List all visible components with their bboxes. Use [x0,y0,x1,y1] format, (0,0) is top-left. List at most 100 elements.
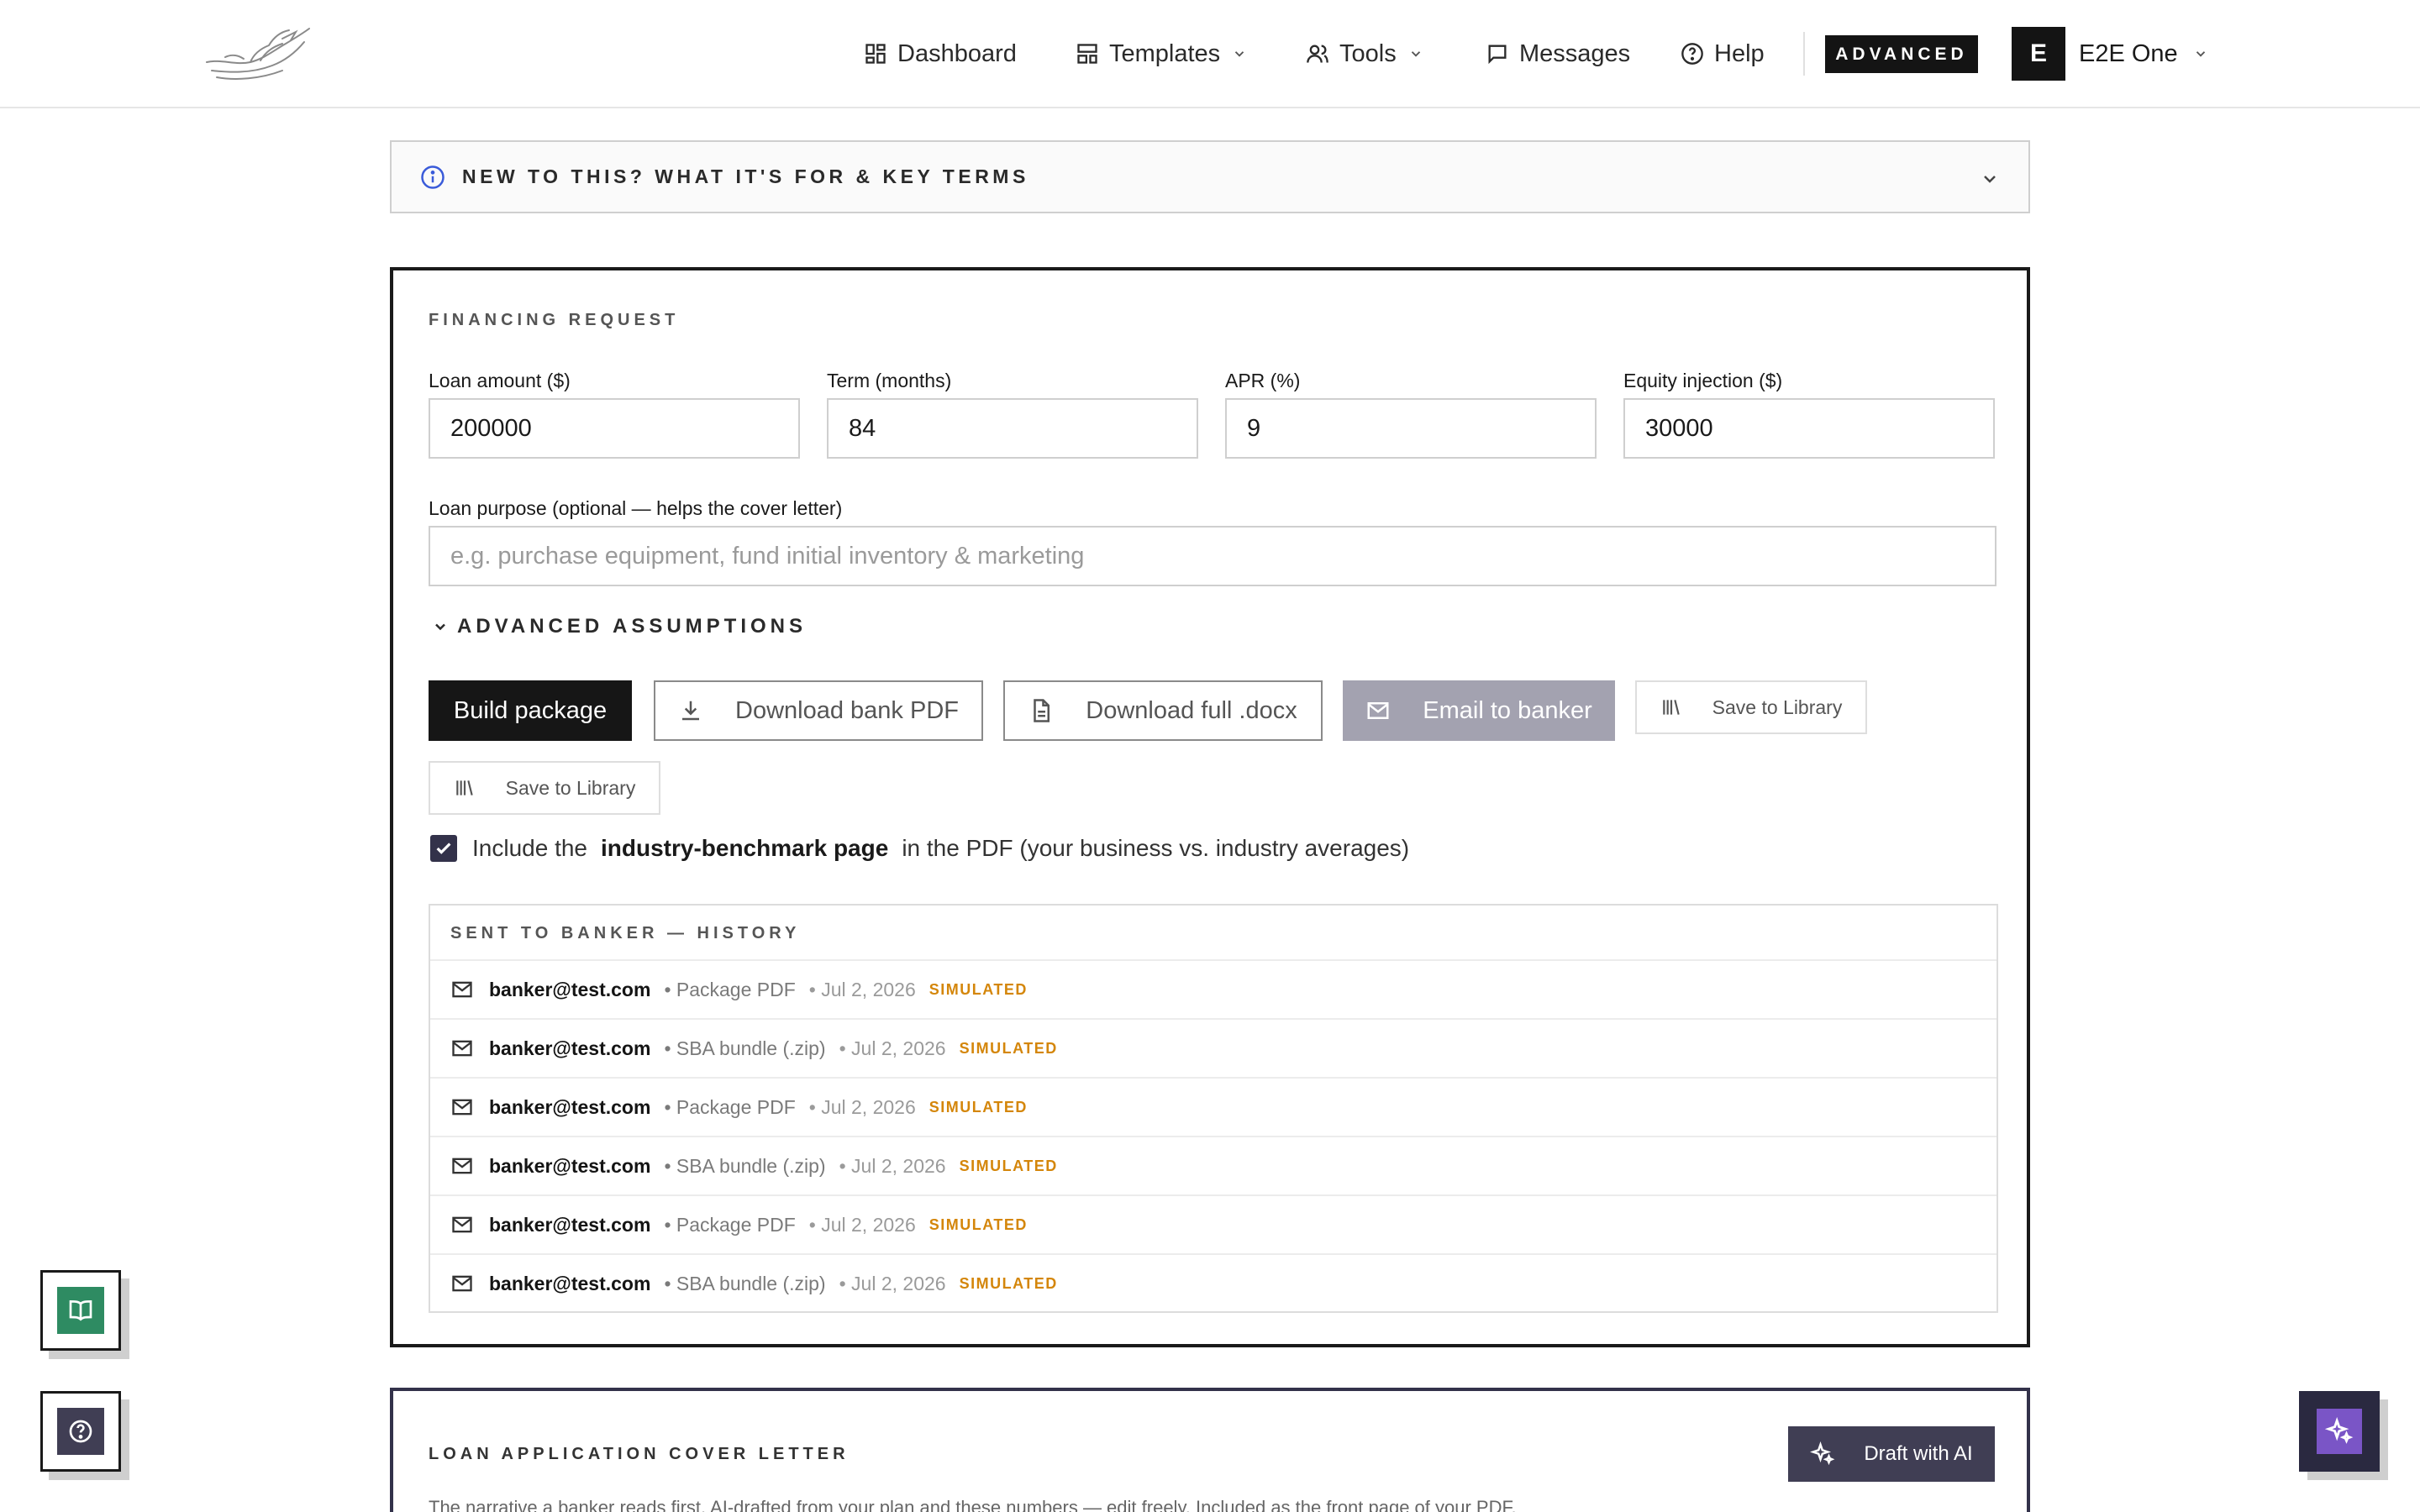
key-terms-label: NEW TO THIS? WHAT IT'S FOR & KEY TERMS [462,165,1029,187]
user-menu[interactable]: E2E One [2079,0,2208,108]
apr-input[interactable] [1225,398,1597,459]
build-package-button[interactable]: Build package [429,680,632,741]
mail-icon [1367,702,1389,719]
template-icon [1077,44,1097,64]
help-icon-wrap [57,1408,104,1455]
loan-purpose-label: Loan purpose (optional — helps the cover… [429,497,843,519]
history-row[interactable]: banker@test.com • Package PDF • Jul 2, 2… [430,1194,1996,1253]
nav-tools[interactable]: Tools [1306,0,1423,108]
history-type: • Package PDF [664,1095,796,1118]
history-row[interactable]: banker@test.com • Package PDF • Jul 2, 2… [430,959,1996,1018]
benchmark-checkbox[interactable] [430,835,457,862]
message-icon [1488,45,1507,65]
download-bank-pdf-label: Download bank PDF [735,696,959,724]
nav-templates[interactable]: Templates [1076,0,1247,108]
apr-label: APR (%) [1225,370,1301,391]
history-email: banker@test.com [489,1154,651,1177]
benchmark-prefix: Include the [472,835,587,861]
nav-messages[interactable]: Messages [1486,0,1630,108]
history-type: • SBA bundle (.zip) [664,1154,826,1177]
history-row[interactable]: banker@test.com • Package PDF • Jul 2, 2… [430,1077,1996,1136]
document-icon [1034,699,1050,722]
history-type: • SBA bundle (.zip) [664,1272,826,1294]
checkmark-icon [436,843,451,854]
advanced-assumptions-toggle[interactable]: ADVANCED ASSUMPTIONS [432,615,807,638]
nav-help-label: Help [1714,39,1765,67]
ai-assistant-button[interactable] [2299,1391,2380,1472]
benchmark-bold: industry-benchmark page [601,835,889,861]
chevron-down-icon [1235,51,1244,57]
library-icon [455,780,473,795]
mail-icon [452,1216,472,1233]
nav-dashboard-label: Dashboard [897,39,1017,67]
history-email: banker@test.com [489,978,651,1000]
history-date: • Jul 2, 2026 [808,1095,916,1118]
draft-with-ai-button[interactable]: Draft with AI [1788,1426,1995,1482]
book-icon [69,1299,92,1321]
key-terms-accordion[interactable]: NEW TO THIS? WHAT IT'S FOR & KEY TERMS [390,140,2030,213]
history-row[interactable]: banker@test.com • SBA bundle (.zip) • Ju… [430,1253,1996,1312]
history-email: banker@test.com [489,1037,651,1059]
email-to-banker-button[interactable]: Email to banker [1343,680,1615,741]
avatar[interactable]: E [2012,27,2065,81]
history-row[interactable]: banker@test.com • SBA bundle (.zip) • Ju… [430,1136,1996,1194]
history-date: • Jul 2, 2026 [839,1037,946,1059]
save-to-library-button[interactable]: Save to Library [1635,680,1867,734]
help-circle-icon [1681,43,1703,65]
cover-letter-card: LOAN APPLICATION COVER LETTER The narrat… [390,1388,2030,1512]
draft-with-ai-label: Draft with AI [1864,1442,1973,1465]
status-badge: SIMULATED [959,1157,1058,1174]
financing-request-card: FINANCING REQUEST Loan amount ($) Term (… [390,267,2030,1347]
chevron-down-icon [1411,51,1420,57]
bird-logo-icon[interactable] [202,24,313,84]
history-date: • Jul 2, 2026 [839,1272,946,1294]
history-email: banker@test.com [489,1095,651,1118]
term-label: Term (months) [827,370,952,391]
nav-help[interactable]: Help [1681,0,1765,108]
financing-request-heading: FINANCING REQUEST [429,311,680,329]
status-badge: SIMULATED [929,980,1028,998]
history-date: • Jul 2, 2026 [808,1213,916,1236]
status-badge: SIMULATED [959,1274,1058,1292]
loan-purpose-input[interactable] [429,526,1996,586]
mail-icon [452,1275,472,1292]
help-widget-button[interactable] [40,1391,121,1472]
download-bank-pdf-button[interactable]: Download bank PDF [654,680,983,741]
top-navigation-bar: Dashboard Templates Tools Messages Help … [0,0,2420,108]
benchmark-option: Include the industry-benchmark page in t… [430,835,1409,862]
history-date: • Jul 2, 2026 [808,978,916,1000]
sparkles-icon [2325,1417,2354,1444]
users-icon [1307,45,1328,63]
save-to-library-secondary-label: Save to Library [505,776,636,799]
book-icon-wrap [57,1287,104,1334]
save-to-library-button-secondary[interactable]: Save to Library [429,761,660,815]
cover-letter-description: The narrative a banker reads first. AI-d… [429,1497,1517,1512]
build-package-label: Build package [453,696,608,724]
download-icon [682,701,699,721]
status-badge: SIMULATED [959,1039,1058,1057]
banker-history-panel: SENT TO BANKER — HISTORY banker@test.com… [429,904,1998,1313]
download-docx-button[interactable]: Download full .docx [1003,680,1323,741]
email-to-banker-label: Email to banker [1423,696,1592,724]
save-to-library-label: Save to Library [1712,696,1843,718]
benchmark-suffix: in the PDF (your business vs. industry a… [902,835,1410,861]
term-input[interactable] [827,398,1198,459]
guide-book-button[interactable] [40,1270,121,1351]
equity-label: Equity injection ($) [1623,370,1783,391]
nav-messages-label: Messages [1519,39,1631,67]
mode-badge[interactable]: ADVANCED [1825,35,1978,73]
history-date: • Jul 2, 2026 [839,1154,946,1177]
equity-input[interactable] [1623,398,1995,459]
status-badge: SIMULATED [929,1098,1028,1116]
chevron-down-icon [435,623,445,631]
mail-icon [452,981,472,998]
history-heading: SENT TO BANKER — HISTORY [450,924,801,942]
nav-divider [1803,32,1805,76]
sparkles-icon [1810,1441,1835,1466]
history-row[interactable]: banker@test.com • SBA bundle (.zip) • Ju… [430,1018,1996,1077]
info-icon [421,165,445,189]
history-type: • Package PDF [664,978,796,1000]
chevron-down-icon [1984,176,1996,183]
loan-amount-input[interactable] [429,398,800,459]
nav-dashboard[interactable]: Dashboard [864,0,1017,108]
